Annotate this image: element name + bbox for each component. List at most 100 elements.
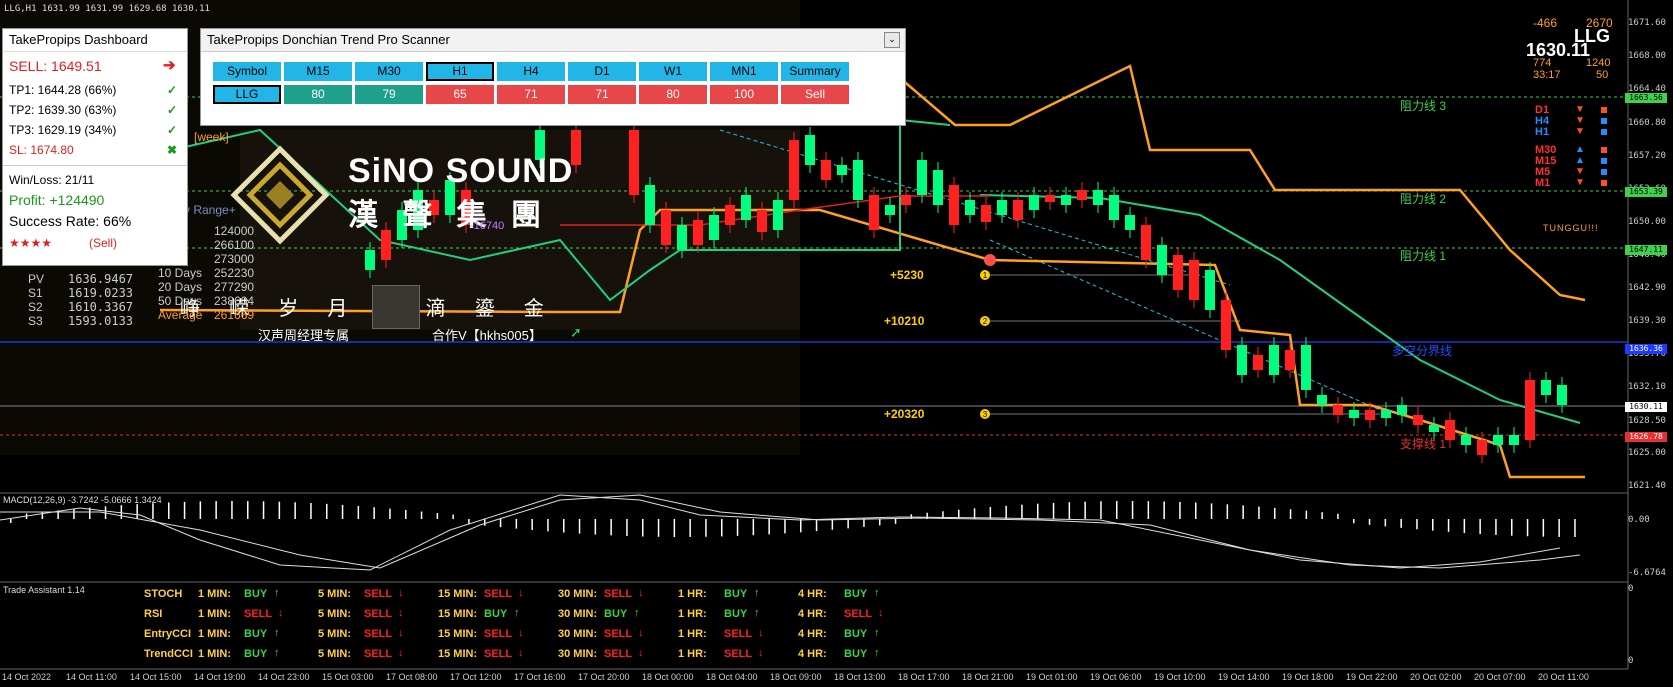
time-axis-tick: 14 Oct 11:00 [66,672,117,682]
scanner-header-0[interactable]: Symbol [213,62,281,81]
macd-histogram-bar [879,519,881,526]
stat-top-left: -466 [1533,16,1558,30]
ta-signal: SELL [484,588,513,600]
candle [869,195,879,230]
candle [645,185,655,225]
support-1-label: 支撑线 1 [1400,437,1447,451]
scanner-header-2[interactable]: M30 [355,62,423,81]
scanner-header-5[interactable]: D1 [568,62,636,81]
ta-timeframe-label: 4 HR: [798,648,827,660]
takepropips-dashboard[interactable]: TakePropips Dashboard SELL: 1649.51 ➔ TP… [2,28,188,266]
ta-indicator-name: STOCH [144,588,183,600]
scanner-value-8[interactable]: Sell [781,85,849,104]
target-3-label: +20320 [884,407,925,421]
macd-histogram-bar [1526,519,1529,537]
tp1-label: TP1: 1644.28 (66%) [9,83,117,97]
scanner-value-5[interactable]: 71 [568,85,636,104]
pivot-name: S3 [28,314,43,328]
macd-histogram-bar [831,519,834,530]
tf-square-icon [1601,107,1607,113]
success-rate-label: Success Rate: 66% [9,213,132,229]
entry-marker-icon [984,254,996,266]
scanner-header-1[interactable]: M15 [284,62,352,81]
scanner-header-3[interactable]: H1 [426,62,494,81]
up-arrow-icon: ↑ [514,607,520,619]
macd-histogram-bar [1116,501,1118,519]
tf-trend-arrow-icon: ▲ [1575,155,1585,166]
macd-histogram-bar [341,504,344,519]
candle [1333,405,1343,415]
price-level-tag: 1663.56 [1625,93,1667,104]
minimize-button[interactable]: ⌄ [884,32,900,48]
macd-histogram-bar [610,519,612,536]
scanner-value-1[interactable]: 80 [284,85,352,104]
time-axis-tick: 17 Oct 08:00 [386,672,438,682]
candle [789,140,799,200]
ta-signal: BUY [484,608,508,620]
up-arrow-icon: ↑ [874,647,880,659]
scanner-header-4[interactable]: H4 [497,62,565,81]
scanner-value-0[interactable]: LLG [213,85,281,104]
macd-histogram-bar [41,511,44,519]
dashboard-title: TakePropips Dashboard [3,29,187,52]
scanner-header-7[interactable]: MN1 [710,62,778,81]
macd-histogram-bar [1242,505,1244,519]
ta-signal: SELL [604,588,633,600]
time-axis-tick: 20 Oct 07:00 [1474,672,1526,682]
macd-histogram-bar [310,502,312,519]
macd-histogram-bar [326,503,328,519]
up-arrow-icon: ↑ [754,587,760,599]
ta-signal: BUY [604,608,628,620]
macd-histogram-bar [262,501,265,519]
ta-signal: SELL [724,628,753,640]
ta-timeframe-label: 5 MIN: [318,648,351,660]
price-axis-tick: 1668.00 [1628,51,1666,62]
macd-histogram-bar [1226,504,1229,519]
donchian-scanner-panel[interactable]: TakePropips Donchian Trend Pro Scanner ⌄… [200,28,906,126]
stat-row2-left: 774 [1533,57,1552,69]
resistance-1-label: 阻力线 1 [1400,249,1447,263]
ta-timeframe-label: 15 MIN: [438,648,478,660]
macd-histogram-bar [594,519,597,535]
macd-histogram-bar [1416,519,1418,530]
time-axis-tick: 18 Oct 09:00 [770,672,822,682]
scanner-header-8[interactable]: Summary [781,62,849,81]
time-axis-tick: 19 Oct 14:00 [1218,672,1270,682]
scanner-value-7[interactable]: 100 [710,85,778,104]
range-value: 266100 [214,238,255,252]
macd-histogram-bar [1511,519,1513,536]
macd-histogram-bar [1353,519,1355,524]
macd-histogram-bar [215,501,217,519]
macd-histogram-bar [120,505,123,519]
macd-histogram-bar [626,519,628,537]
ta-timeframe-label: 30 MIN: [558,628,598,640]
tp2-check-icon: ✓ [166,103,177,117]
time-axis-tick: 14 Oct 15:00 [130,672,182,682]
scanner-value-6[interactable]: 80 [639,85,707,104]
range-value: 238604 [214,294,255,308]
candle [1301,345,1311,390]
time-axis-tick: 14 Oct 19:00 [194,672,246,682]
range-label: y Range+ [184,203,236,217]
candle [1397,405,1407,415]
scanner-value-2[interactable]: 79 [355,85,423,104]
candle [693,220,703,245]
tf-trend-arrow-icon: ▼ [1575,166,1585,177]
scanner-value-4[interactable]: 71 [497,85,565,104]
time-axis-tick: 19 Oct 06:00 [1090,672,1142,682]
scanner-value-3[interactable]: 65 [426,85,494,104]
candle [1157,245,1167,275]
target-marker-number: 2 [983,317,988,326]
ta-timeframe-label: 15 MIN: [438,628,478,640]
tf-label-M1: M1 [1535,177,1551,189]
down-arrow-icon: ↓ [638,647,644,659]
candle [1077,190,1087,200]
range-value: 277290 [214,280,255,294]
stars-icon: ★★★★ [9,236,53,250]
time-axis-tick: 18 Oct 21:00 [962,672,1014,682]
sl-row: SL: 1674.80 ✖ [9,141,181,159]
tf-square-icon [1601,180,1607,186]
scanner-header-6[interactable]: W1 [639,62,707,81]
candle [1045,195,1055,202]
sl-label: SL: 1674.80 [9,143,74,157]
